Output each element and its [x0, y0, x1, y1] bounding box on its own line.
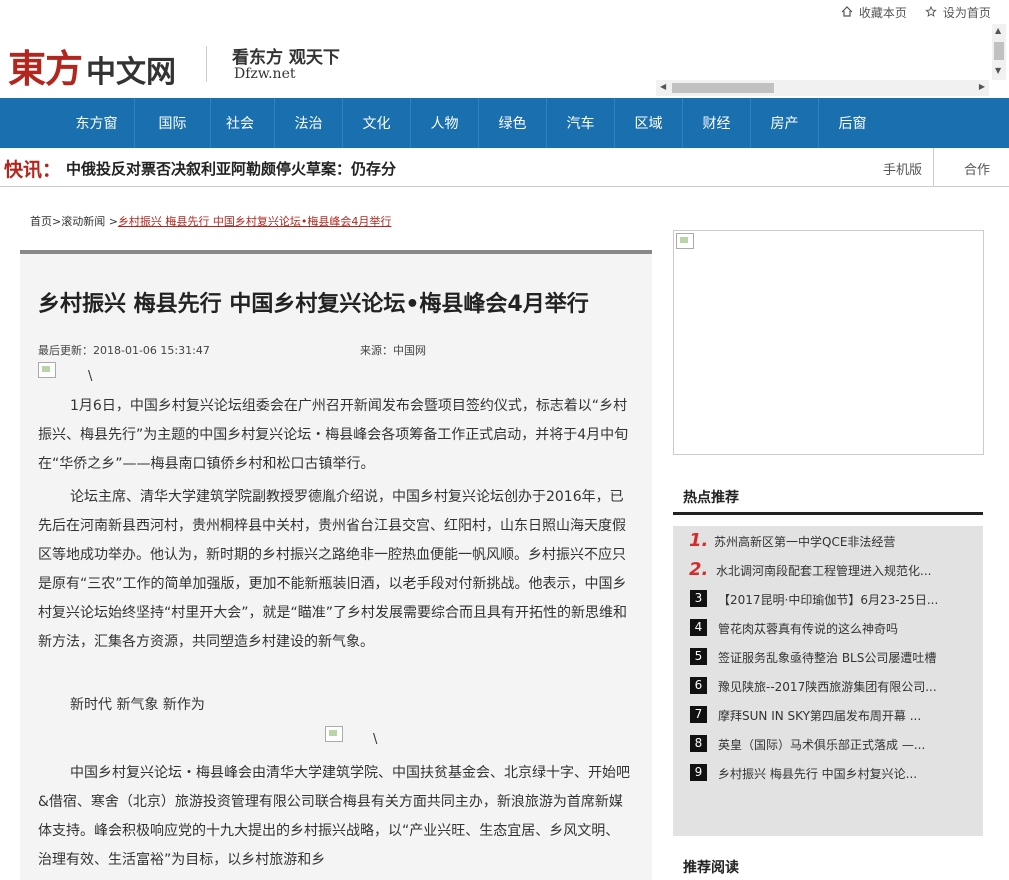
- flash-headline[interactable]: 中俄投反对票否决叙利亚阿勒颇停火草案：仍存分: [66, 158, 396, 179]
- rank-number: 7: [690, 706, 707, 723]
- list-item-text: 水北调河南段配套工程管理进入规范化...: [716, 564, 932, 578]
- list-item-text: 管花肉苁蓉真有传说的这么神奇吗: [718, 622, 899, 636]
- mobile-version-link[interactable]: 手机版: [883, 159, 922, 178]
- list-item[interactable]: 1. 苏州高新区第一中学QCE非法经营: [689, 530, 979, 552]
- star-icon: [925, 5, 941, 20]
- scroll-up-icon[interactable]: ▲: [995, 26, 1001, 35]
- scrollbar-thumb[interactable]: [994, 42, 1004, 60]
- set-homepage-label: 设为首页: [942, 6, 991, 20]
- flash-divider: [933, 148, 934, 186]
- nav-item-region[interactable]: 区域: [615, 98, 683, 148]
- breadcrumb: 首页>滚动新闻 >乡村振兴 梅县先行 中国乡村复兴论坛•梅县峰会4月举行: [30, 213, 391, 229]
- top-utility-bar: 收藏本页 设为首页: [0, 0, 1009, 24]
- house-icon: [841, 6, 857, 20]
- list-item-text: 签证服务乱象亟待整治 BLS公司屡遭吐槽: [718, 651, 937, 665]
- cooperation-link[interactable]: 合作: [964, 159, 990, 178]
- article-paragraph: 中国乡村复兴论坛・梅县峰会由清华大学建筑学院、中国扶贫基金会、北京绿十字、开始吧…: [38, 765, 630, 868]
- site-slogan: 看东方 观天下: [232, 48, 340, 68]
- logo-brand: 東方: [8, 46, 83, 91]
- main-nav: 东方窗 国际 社会 法治 文化 人物 绿色 汽车 区域 财经 房产 后窗: [0, 98, 1009, 148]
- article-paragraph: 论坛主席、清华大学建筑学院副教授罗德胤介绍说，中国乡村复兴论坛创办于2016年，…: [38, 489, 628, 650]
- scroll-right-icon[interactable]: ▶: [979, 82, 985, 91]
- set-homepage-link[interactable]: 设为首页: [925, 4, 991, 21]
- hot-recommend-heading: 热点推荐: [673, 487, 983, 515]
- rank-number: 1.: [689, 530, 709, 551]
- nav-item-auto[interactable]: 汽车: [547, 98, 615, 148]
- embedded-frame-vertical-scrollbar[interactable]: ▲ ▼: [992, 24, 1006, 80]
- nav-item-realestate[interactable]: 房产: [751, 98, 819, 148]
- article-paragraph: 1月6日，中国乡村复兴论坛组委会在广州召开新闻发布会暨项目签约仪式，标志着以“乡…: [38, 398, 629, 472]
- broken-image-icon: [38, 362, 56, 378]
- logo-divider: [206, 46, 207, 82]
- rank-number: 2.: [689, 559, 709, 580]
- article-source: 来源：中国网: [360, 344, 426, 357]
- recommend-reading-heading: 推荐阅读: [673, 857, 983, 877]
- broken-image-icon: [325, 726, 343, 742]
- scrollbar-thumb[interactable]: [672, 83, 774, 93]
- breadcrumb-current[interactable]: 乡村振兴 梅县先行 中国乡村复兴论坛•梅县峰会4月举行: [118, 215, 391, 228]
- list-item[interactable]: 2. 水北调河南段配套工程管理进入规范化...: [689, 559, 979, 581]
- breadcrumb-home[interactable]: 首页: [30, 215, 52, 228]
- hot-recommend-list: 1. 苏州高新区第一中学QCE非法经营 2. 水北调河南段配套工程管理进入规范化…: [673, 526, 983, 836]
- list-item[interactable]: 4 管花肉苁蓉真有传说的这么神奇吗: [689, 617, 979, 639]
- embedded-frame-horizontal-scrollbar[interactable]: ◀ ▶: [656, 80, 989, 96]
- nav-item-green[interactable]: 绿色: [479, 98, 547, 148]
- nav-item-international[interactable]: 国际: [135, 98, 211, 148]
- list-item[interactable]: 9 乡村振兴 梅县先行 中国乡村复兴论...: [689, 762, 979, 784]
- broken-image-icon: [676, 233, 694, 249]
- list-item[interactable]: 7 摩拜SUN IN SKY第四届发布周开幕 ...: [689, 704, 979, 726]
- list-item-text: 豫见陕旅--2017陕西旅游集团有限公司...: [718, 680, 937, 694]
- breadcrumb-section[interactable]: 滚动新闻: [61, 215, 105, 228]
- scroll-down-icon[interactable]: ▼: [995, 66, 1001, 75]
- stray-backslash: \: [373, 732, 378, 747]
- sidebar-ad-frame[interactable]: [673, 230, 984, 455]
- article-container: 乡村振兴 梅县先行 中国乡村复兴论坛•梅县峰会4月举行 最后更新：2018-01…: [20, 250, 652, 880]
- nav-item-culture[interactable]: 文化: [343, 98, 411, 148]
- list-item-text: 【2017昆明·中印瑜伽节】6月23-25日...: [718, 593, 939, 607]
- article-title: 乡村振兴 梅县先行 中国乡村复兴论坛•梅县峰会4月举行: [38, 292, 589, 317]
- nav-item-law[interactable]: 法治: [275, 98, 343, 148]
- rank-number: 3: [690, 590, 707, 607]
- list-item[interactable]: 5 签证服务乱象亟待整治 BLS公司屡遭吐槽: [689, 646, 979, 668]
- hot-recommend-title: 热点推荐: [683, 490, 739, 506]
- scroll-left-icon[interactable]: ◀: [660, 82, 666, 91]
- rank-number: 9: [690, 764, 707, 781]
- article-updated: 最后更新：2018-01-06 15:31:47: [38, 344, 210, 357]
- list-item-text: 英皇（国际）马术俱乐部正式落成 —...: [718, 738, 926, 752]
- flash-label: 快讯：: [4, 159, 62, 181]
- rank-number: 5: [690, 648, 707, 665]
- recommend-reading-title: 推荐阅读: [683, 860, 739, 876]
- nav-item-society[interactable]: 社会: [206, 98, 275, 148]
- list-item[interactable]: 3 【2017昆明·中印瑜伽节】6月23-25日...: [689, 588, 979, 610]
- list-item-text: 乡村振兴 梅县先行 中国乡村复兴论...: [718, 767, 918, 781]
- bookmark-link[interactable]: 收藏本页: [841, 4, 907, 21]
- nav-item-finance[interactable]: 财经: [683, 98, 751, 148]
- bookmark-label: 收藏本页: [858, 6, 907, 20]
- nav-item-dongfangchuang[interactable]: 东方窗: [59, 98, 135, 148]
- nav-item-houchuang[interactable]: 后窗: [819, 98, 886, 148]
- list-item-text: 摩拜SUN IN SKY第四届发布周开幕 ...: [718, 709, 922, 723]
- rank-number: 6: [690, 677, 707, 694]
- list-item[interactable]: 8 英皇（国际）马术俱乐部正式落成 —...: [689, 733, 979, 755]
- list-item-text: 苏州高新区第一中学QCE非法经营: [714, 535, 896, 549]
- breadcrumb-separator: >: [105, 215, 118, 228]
- rank-number: 8: [690, 735, 707, 752]
- flash-news-bar: 快讯： 中俄投反对票否决叙利亚阿勒颇停火草案：仍存分 手机版 合作: [0, 148, 1009, 187]
- site-logo[interactable]: 東方 中文网: [8, 38, 176, 93]
- stray-backslash: \: [88, 369, 93, 384]
- breadcrumb-separator: >: [52, 215, 62, 228]
- article-subheading: 新时代 新气象 新作为: [70, 697, 205, 713]
- rank-number: 4: [690, 619, 707, 636]
- list-item[interactable]: 6 豫见陕旅--2017陕西旅游集团有限公司...: [689, 675, 979, 697]
- site-url-text: Dfzw.net: [234, 66, 296, 82]
- logo-suffix: 中文网: [86, 55, 177, 90]
- nav-item-people[interactable]: 人物: [411, 98, 479, 148]
- heading-underline: [673, 512, 983, 515]
